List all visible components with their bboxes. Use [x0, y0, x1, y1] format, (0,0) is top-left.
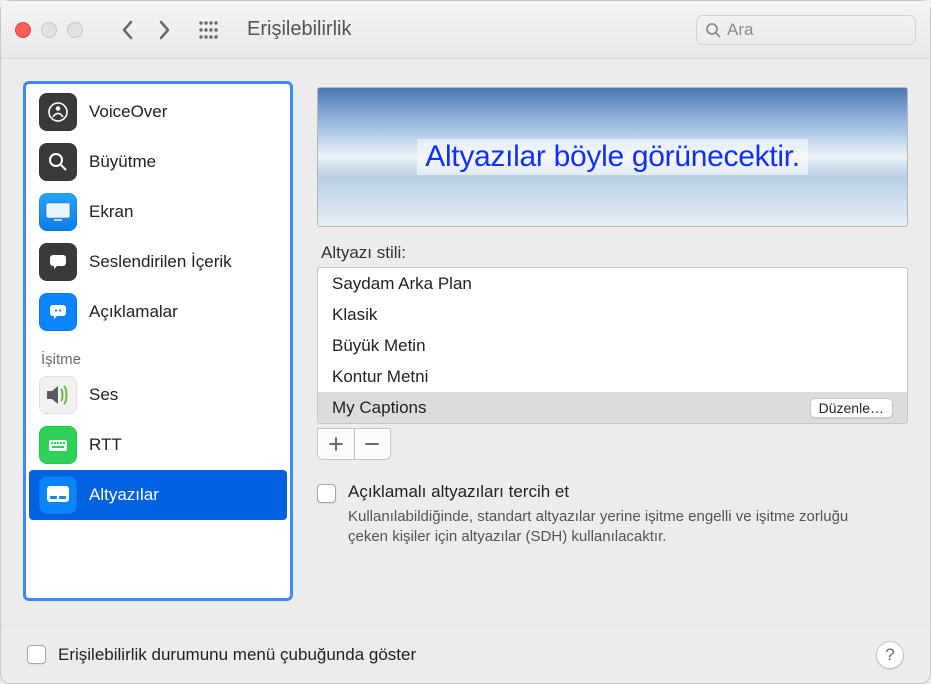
- main-panel: Altyazılar böyle görünecektir. Altyazı s…: [317, 81, 908, 625]
- help-button[interactable]: ?: [876, 641, 904, 669]
- sidebar-item-label: Altyazılar: [89, 485, 159, 505]
- sidebar-item-label: Açıklamalar: [89, 302, 178, 322]
- menubar-status-label[interactable]: Erişilebilirlik durumunu menü çubuğunda …: [58, 645, 416, 665]
- window: Erişilebilirlik Ara VoiceOver: [0, 0, 931, 684]
- sidebar-header-hearing: İşitme: [29, 337, 287, 370]
- caption-style-label: Büyük Metin: [332, 336, 426, 356]
- captions-icon: [39, 476, 77, 514]
- close-button[interactable]: [15, 22, 31, 38]
- minimize-button[interactable]: [41, 22, 57, 38]
- sidebar-item-label: Büyütme: [89, 152, 156, 172]
- prefer-cc-checkbox[interactable]: [317, 484, 336, 503]
- prefer-cc-label[interactable]: Açıklamalı altyazıları tercih et: [348, 482, 569, 502]
- menubar-status-checkbox[interactable]: [27, 645, 46, 664]
- add-style-button[interactable]: [318, 429, 355, 459]
- speech-icon: [39, 243, 77, 281]
- sidebar-item-rtt[interactable]: RTT: [29, 420, 287, 470]
- search-input[interactable]: Ara: [696, 15, 916, 45]
- prefer-cc-row: Açıklamalı altyazıları tercih et: [317, 482, 908, 503]
- window-title: Erişilebilirlik: [247, 18, 351, 41]
- sidebar-item-spoken-content[interactable]: Seslendirilen İçerik: [29, 237, 287, 287]
- sidebar-item-audio[interactable]: Ses: [29, 370, 287, 420]
- content-area: VoiceOver Büyütme Ekran: [1, 59, 930, 625]
- styles-label: Altyazı stili:: [321, 243, 908, 263]
- sidebar-item-zoom[interactable]: Büyütme: [29, 137, 287, 187]
- descriptions-icon: [39, 293, 77, 331]
- caption-style-row[interactable]: Klasik: [318, 299, 907, 330]
- nav-buttons: [111, 15, 181, 45]
- caption-style-label: Kontur Metni: [332, 367, 428, 387]
- caption-style-label: My Captions: [332, 398, 426, 418]
- voiceover-icon: [39, 93, 77, 131]
- sidebar-item-label: RTT: [89, 435, 122, 455]
- caption-style-row[interactable]: Saydam Arka Plan: [318, 268, 907, 299]
- sidebar-item-label: Ses: [89, 385, 118, 405]
- caption-preview-text: Altyazılar böyle görünecektir.: [417, 139, 808, 175]
- zoom-icon: [39, 143, 77, 181]
- edit-style-button[interactable]: Düzenle…: [810, 398, 893, 418]
- sidebar[interactable]: VoiceOver Büyütme Ekran: [23, 81, 293, 601]
- caption-style-label: Saydam Arka Plan: [332, 274, 472, 294]
- sidebar-item-voiceover[interactable]: VoiceOver: [29, 87, 287, 137]
- sidebar-item-display[interactable]: Ekran: [29, 187, 287, 237]
- caption-style-row[interactable]: Büyük Metin: [318, 330, 907, 361]
- search-placeholder: Ara: [727, 20, 753, 40]
- add-remove-buttons: [317, 428, 391, 460]
- traffic-lights: [15, 22, 83, 38]
- back-button[interactable]: [111, 15, 145, 45]
- sidebar-item-label: VoiceOver: [89, 102, 167, 122]
- footer: Erişilebilirlik durumunu menü çubuğunda …: [1, 625, 930, 683]
- titlebar: Erişilebilirlik Ara: [1, 1, 930, 59]
- caption-style-label: Klasik: [332, 305, 377, 325]
- caption-style-row[interactable]: My Captions Düzenle…: [318, 392, 907, 423]
- caption-preview: Altyazılar böyle görünecektir.: [317, 87, 908, 227]
- prefer-cc-description: Kullanılabildiğinde, standart altyazılar…: [348, 507, 888, 548]
- audio-icon: [39, 376, 77, 414]
- sidebar-item-descriptions[interactable]: Açıklamalar: [29, 287, 287, 337]
- sidebar-item-label: Seslendirilen İçerik: [89, 252, 232, 272]
- rtt-icon: [39, 426, 77, 464]
- zoom-button[interactable]: [67, 22, 83, 38]
- display-icon: [39, 193, 77, 231]
- remove-style-button[interactable]: [355, 429, 391, 459]
- sidebar-item-captions[interactable]: Altyazılar: [29, 470, 287, 520]
- sidebar-item-label: Ekran: [89, 202, 133, 222]
- caption-style-row[interactable]: Kontur Metni: [318, 361, 907, 392]
- caption-style-list[interactable]: Saydam Arka Plan Klasik Büyük Metin Kont…: [317, 267, 908, 424]
- show-all-prefs-button[interactable]: [191, 15, 225, 45]
- forward-button[interactable]: [147, 15, 181, 45]
